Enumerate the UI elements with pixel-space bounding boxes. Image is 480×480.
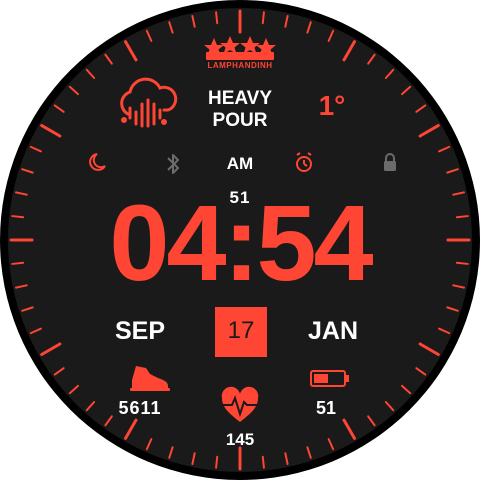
minute-tick: [215, 11, 219, 25]
weather-condition[interactable]: HEAVY POUR: [190, 88, 290, 132]
brand-text: LAMPHANDINH: [207, 61, 273, 70]
heart-rate[interactable]: 145: [200, 430, 280, 450]
battery-level[interactable]: 51: [296, 398, 356, 419]
day-number: 17: [227, 317, 255, 344]
month-right: JAN: [307, 317, 358, 345]
minute-tick: [261, 455, 265, 469]
month-left: SEP: [114, 317, 166, 345]
steps-count[interactable]: 5611: [100, 398, 180, 419]
minute-tick: [261, 11, 265, 25]
minute-tick: [215, 455, 219, 469]
temperature: 1°: [318, 90, 346, 121]
time-display: 04:54: [109, 182, 373, 303]
ampm-label: AM: [226, 154, 254, 173]
